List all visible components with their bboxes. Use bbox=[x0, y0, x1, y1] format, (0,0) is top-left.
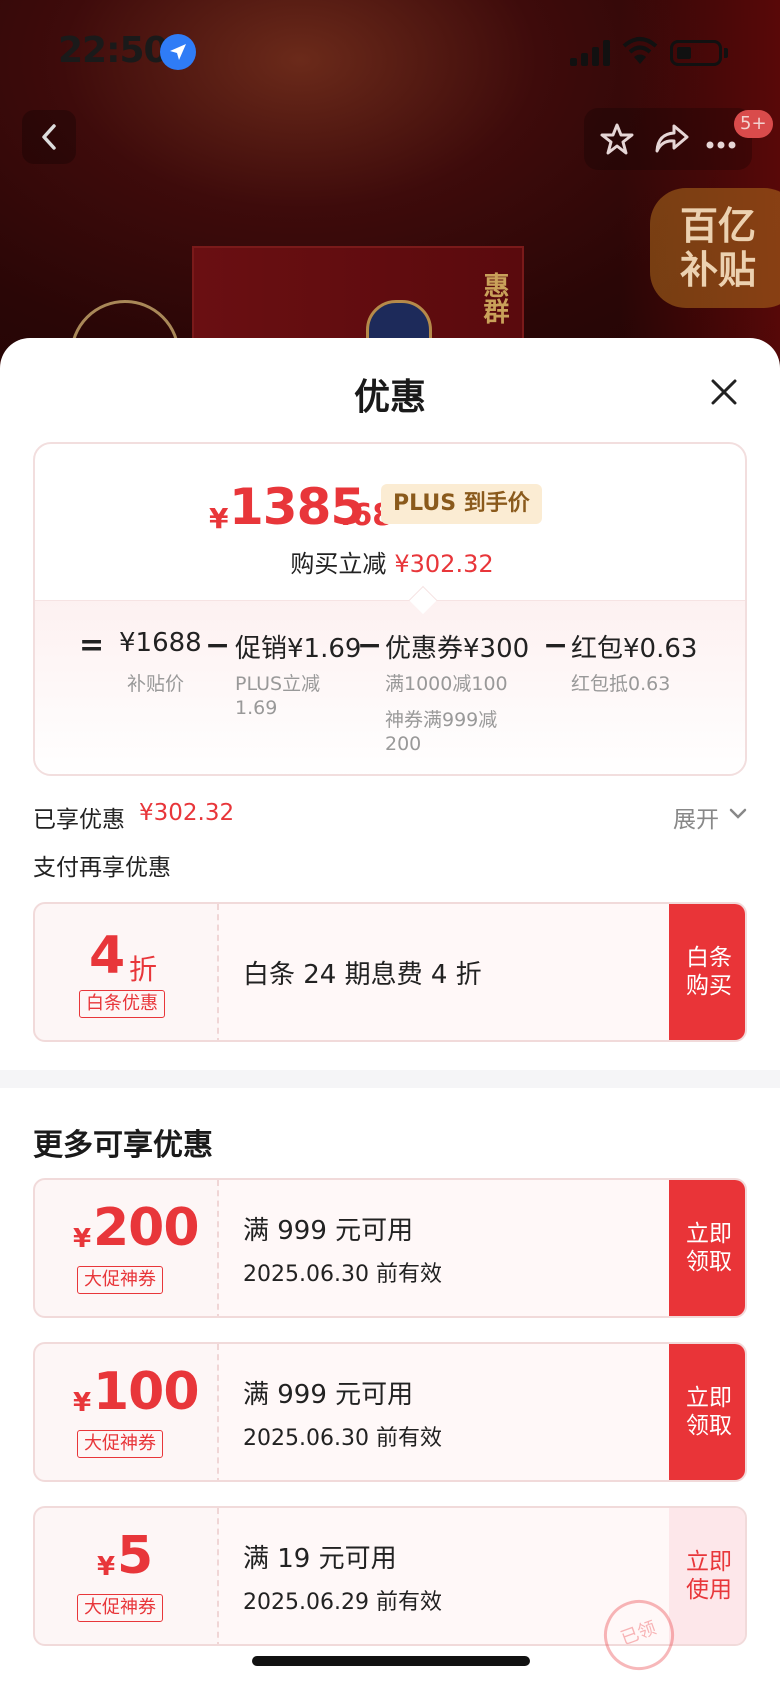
price-summary-card: ¥ 1385 .68 PLUS 到手价 购买立减 ¥302.32 = ¥1688 … bbox=[33, 442, 747, 776]
product-page-background: 惠群 百亿 补贴 22:50 5+ bbox=[0, 0, 780, 360]
coupon-expiry: 2025.06.30 前有效 bbox=[243, 1262, 442, 1287]
claim-button-line2: 领取 bbox=[686, 1249, 732, 1275]
coupon-amount: 200 bbox=[93, 1198, 200, 1258]
nav-actions bbox=[584, 108, 752, 170]
instant-discount-amount: ¥302.32 bbox=[394, 550, 494, 578]
discount-sheet: 优惠 ¥ 1385 .68 PLUS 到手价 购买立减 ¥302.32 = ¥16… bbox=[0, 338, 780, 1688]
baitiao-buy-line2: 购买 bbox=[686, 973, 732, 999]
share-icon[interactable] bbox=[654, 122, 690, 160]
plus-price-tag: PLUS 到手价 bbox=[381, 484, 542, 524]
claim-button-line2: 领取 bbox=[686, 1413, 732, 1439]
formula-promo-label-2: 1.69 bbox=[235, 697, 278, 719]
formula-coupon: 优惠券¥300 bbox=[385, 634, 530, 664]
formula-subsidy-label: 补贴价 bbox=[127, 673, 185, 695]
baitiao-buy-line1: 白条 bbox=[686, 945, 732, 971]
close-icon bbox=[711, 379, 737, 405]
formula-minus-3: − bbox=[543, 628, 569, 663]
coupon-currency: ¥ bbox=[97, 1552, 116, 1582]
coupon-card: ¥ 200 大促神券 满 999 元可用 2025.06.30 前有效 立即 领… bbox=[33, 1178, 747, 1318]
coupon-card: ¥ 100 大促神券 满 999 元可用 2025.06.30 前有效 立即 领… bbox=[33, 1342, 747, 1482]
status-bar: 22:50 bbox=[0, 0, 780, 100]
chevron-left-icon bbox=[42, 124, 56, 150]
baitiao-discount-value: 4 bbox=[89, 926, 126, 986]
coupon-detail: 满 999 元可用 2025.06.30 前有效 bbox=[219, 1344, 669, 1480]
baitiao-offer-left: 4 折 白条优惠 bbox=[35, 904, 219, 1040]
coupon-value-area: ¥ 200 大促神券 bbox=[35, 1180, 219, 1316]
status-time: 22:50 bbox=[58, 30, 169, 71]
coupon-currency: ¥ bbox=[73, 1388, 92, 1418]
formula-red-packet: 红包¥0.63 bbox=[571, 634, 698, 664]
more-icon[interactable] bbox=[706, 134, 736, 153]
formula-coupon-label-2: 神券满999减 bbox=[385, 709, 498, 731]
more-offers-title: 更多可享优惠 bbox=[33, 1128, 213, 1163]
formula-equals: = bbox=[79, 628, 105, 663]
battery-icon bbox=[670, 40, 722, 66]
coupon-tag: 大促神券 bbox=[77, 1266, 163, 1294]
coupon-condition: 满 19 元可用 bbox=[243, 1544, 397, 1574]
coupon-detail: 满 999 元可用 2025.06.30 前有效 bbox=[219, 1180, 669, 1316]
formula-coupon-label-3: 200 bbox=[385, 733, 422, 755]
coupon-amount: 100 bbox=[93, 1362, 200, 1422]
baitiao-buy-button[interactable]: 白条 购买 bbox=[669, 904, 745, 1040]
claim-button-line1: 立即 bbox=[686, 1385, 732, 1411]
section-divider bbox=[0, 1070, 780, 1088]
coupon-condition: 满 999 元可用 bbox=[243, 1380, 414, 1410]
coupon-detail: 满 19 元可用 2025.06.29 前有效 bbox=[219, 1508, 669, 1644]
location-icon bbox=[160, 34, 196, 70]
formula-coupon-label-1: 满1000减100 bbox=[385, 673, 508, 695]
baitiao-description: 白条 24 期息费 4 折 bbox=[243, 960, 482, 990]
formula-promo: 促销¥1.69 bbox=[235, 634, 362, 664]
subsidy-badge-line2: 补贴 bbox=[680, 248, 757, 292]
wifi-icon bbox=[622, 36, 658, 70]
chevron-down-icon bbox=[729, 808, 747, 819]
formula-minus-1: − bbox=[205, 628, 231, 663]
favorite-star-icon[interactable] bbox=[600, 122, 634, 160]
subsidy-badge-line1: 百亿 bbox=[680, 204, 757, 248]
use-coupon-button[interactable]: 立即 使用 bbox=[669, 1508, 745, 1644]
subsidy-badge[interactable]: 百亿 补贴 bbox=[650, 188, 780, 308]
enjoyed-discount-label: 已享优惠 bbox=[33, 807, 125, 833]
baitiao-tag: 白条优惠 bbox=[79, 990, 165, 1018]
close-button[interactable] bbox=[700, 368, 748, 416]
formula-promo-label-1: PLUS立减 bbox=[235, 673, 321, 695]
use-button-line1: 立即 bbox=[686, 1549, 732, 1575]
formula-subsidy-price: ¥1688 bbox=[119, 628, 202, 658]
sheet-title: 优惠 bbox=[353, 377, 426, 418]
coupon-condition: 满 999 元可用 bbox=[243, 1216, 414, 1246]
use-button-line2: 使用 bbox=[686, 1577, 732, 1603]
coupon-expiry: 2025.06.30 前有效 bbox=[243, 1426, 442, 1451]
formula-minus-2: − bbox=[357, 628, 383, 663]
expand-button[interactable]: 展开 bbox=[673, 800, 747, 834]
claim-button-line1: 立即 bbox=[686, 1221, 732, 1247]
baitiao-discount-unit: 折 bbox=[129, 953, 158, 986]
price-formula: = ¥1688 补贴价 − 促销¥1.69 PLUS立减 1.69 − 优惠券¥… bbox=[35, 620, 745, 770]
product-box-label: 惠群 bbox=[479, 272, 509, 324]
coupon-tag: 大促神券 bbox=[77, 1430, 163, 1458]
coupon-value-area: ¥ 5 大促神券 bbox=[35, 1508, 219, 1644]
battery-tip bbox=[724, 48, 728, 58]
back-button[interactable] bbox=[22, 110, 76, 164]
baitiao-offer-detail: 白条 24 期息费 4 折 bbox=[219, 904, 669, 1040]
formula-red-packet-label: 红包抵0.63 bbox=[571, 673, 671, 695]
enjoyed-discount-amount: ¥302.32 bbox=[139, 800, 235, 826]
coupon-currency: ¥ bbox=[73, 1224, 92, 1254]
instant-discount-line: 购买立减 ¥302.32 bbox=[35, 544, 745, 579]
coupon-value-area: ¥ 100 大促神券 bbox=[35, 1344, 219, 1480]
instant-discount-label: 购买立减 bbox=[290, 550, 387, 578]
enjoyed-discount-row: 已享优惠 ¥302.32 展开 bbox=[33, 796, 747, 836]
coupon-tag: 大促神券 bbox=[77, 1594, 163, 1622]
coupon-expiry: 2025.06.29 前有效 bbox=[243, 1590, 442, 1615]
message-count-badge: 5+ bbox=[734, 110, 773, 138]
final-price-row: ¥ 1385 .68 PLUS 到手价 bbox=[35, 478, 745, 536]
claim-coupon-button[interactable]: 立即 领取 bbox=[669, 1180, 745, 1316]
expand-label: 展开 bbox=[673, 807, 719, 833]
home-indicator[interactable] bbox=[252, 1656, 530, 1666]
price-currency: ¥ bbox=[209, 502, 229, 535]
coupon-amount: 5 bbox=[117, 1526, 153, 1586]
claim-coupon-button[interactable]: 立即 领取 bbox=[669, 1344, 745, 1480]
baitiao-offer-card: 4 折 白条优惠 白条 24 期息费 4 折 白条 购买 bbox=[33, 902, 747, 1042]
payment-discount-heading: 支付再享优惠 bbox=[33, 855, 171, 881]
cellular-signal-icon bbox=[570, 40, 612, 66]
